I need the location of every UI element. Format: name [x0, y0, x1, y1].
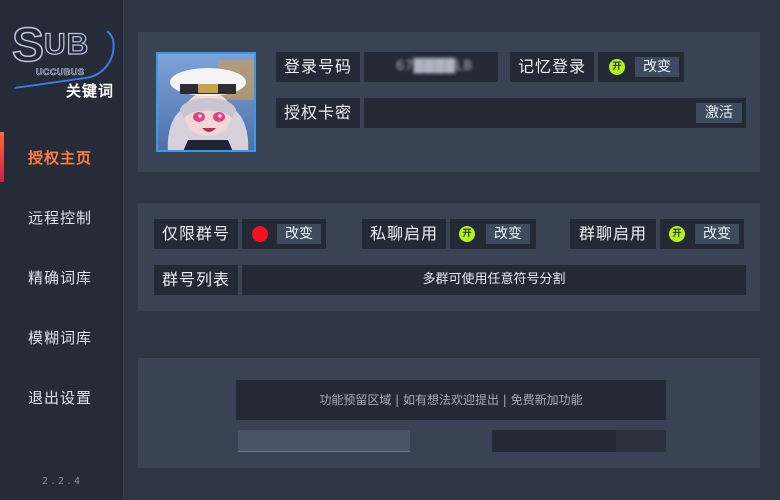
account-value: 67████LB [396, 59, 473, 74]
account-label: 登录号码 [276, 52, 360, 82]
private-toggle-icon[interactable]: 开 [459, 226, 475, 242]
group-settings-panel: 仅限群号 改变 私聊启用 开 改变 群聊启用 开 改变 群号列表 多群可使用任意… [138, 203, 760, 311]
logo-letters-ub: UB [43, 27, 90, 61]
private-chat-label: 私聊启用 [362, 219, 446, 249]
limit-status-icon[interactable] [252, 226, 268, 242]
logo-letter-s: S [11, 18, 45, 73]
remember-login-cell: 开 改变 [598, 52, 684, 82]
sidebar-nav: 授权主页 远程控制 精确词库 模糊词库 退出设置 [0, 128, 124, 428]
group-list-input[interactable]: 多群可使用任意符号分割 [242, 265, 746, 295]
avatar-illustration [158, 54, 254, 150]
sidebar-item-fuzzy-lexicon[interactable]: 模糊词库 [0, 308, 124, 368]
sidebar-item-auth-home[interactable]: 授权主页 [0, 128, 124, 188]
remember-login-label: 记忆登录 [510, 52, 594, 82]
avatar [156, 52, 256, 152]
group-list-label: 群号列表 [154, 265, 238, 295]
account-field[interactable]: 67████LB [364, 52, 498, 82]
reserved-hint: 功能预留区域 | 如有想法欢迎提出 | 免费新加功能 [236, 380, 666, 420]
remember-toggle-icon[interactable]: 开 [609, 59, 625, 75]
version-label: 2.2.4 [41, 476, 83, 487]
sidebar: S UB UCCUBUS 关键词 授权主页 远程控制 精确词库 模糊词库 退出设… [0, 0, 124, 500]
limit-group-label: 仅限群号 [154, 219, 238, 249]
app-logo: S UB UCCUBUS 关键词 [7, 18, 119, 102]
logo-keyword-label: 关键词 [66, 82, 115, 100]
reserved-input-left[interactable] [238, 430, 410, 452]
group-chat-cell: 开 改变 [660, 219, 744, 249]
group-chat-label: 群聊启用 [570, 219, 656, 249]
reserved-input-right[interactable] [492, 430, 666, 452]
group-chat-change-button[interactable]: 改变 [695, 224, 739, 244]
remember-change-button[interactable]: 改变 [635, 57, 679, 77]
reserved-panel: 功能预留区域 | 如有想法欢迎提出 | 免费新加功能 [138, 358, 760, 468]
private-chat-cell: 开 改变 [450, 219, 536, 249]
sidebar-item-exact-lexicon[interactable]: 精确词库 [0, 248, 124, 308]
group-chat-toggle-icon[interactable]: 开 [669, 226, 685, 242]
limit-group-cell: 改变 [242, 219, 326, 249]
logo-subtitle: UCCUBUS [36, 67, 85, 78]
auth-key-input[interactable]: 激活 [364, 98, 746, 128]
activate-button[interactable]: 激活 [696, 103, 742, 123]
sidebar-item-exit-settings[interactable]: 退出设置 [0, 368, 124, 428]
limit-change-button[interactable]: 改变 [277, 224, 321, 244]
reserved-input-right-fill [492, 430, 616, 452]
sidebar-item-remote-control[interactable]: 远程控制 [0, 188, 124, 248]
private-change-button[interactable]: 改变 [486, 224, 530, 244]
auth-key-label: 授权卡密 [276, 98, 360, 128]
login-panel: 登录号码 67████LB 记忆登录 开 改变 授权卡密 激活 [138, 32, 760, 172]
